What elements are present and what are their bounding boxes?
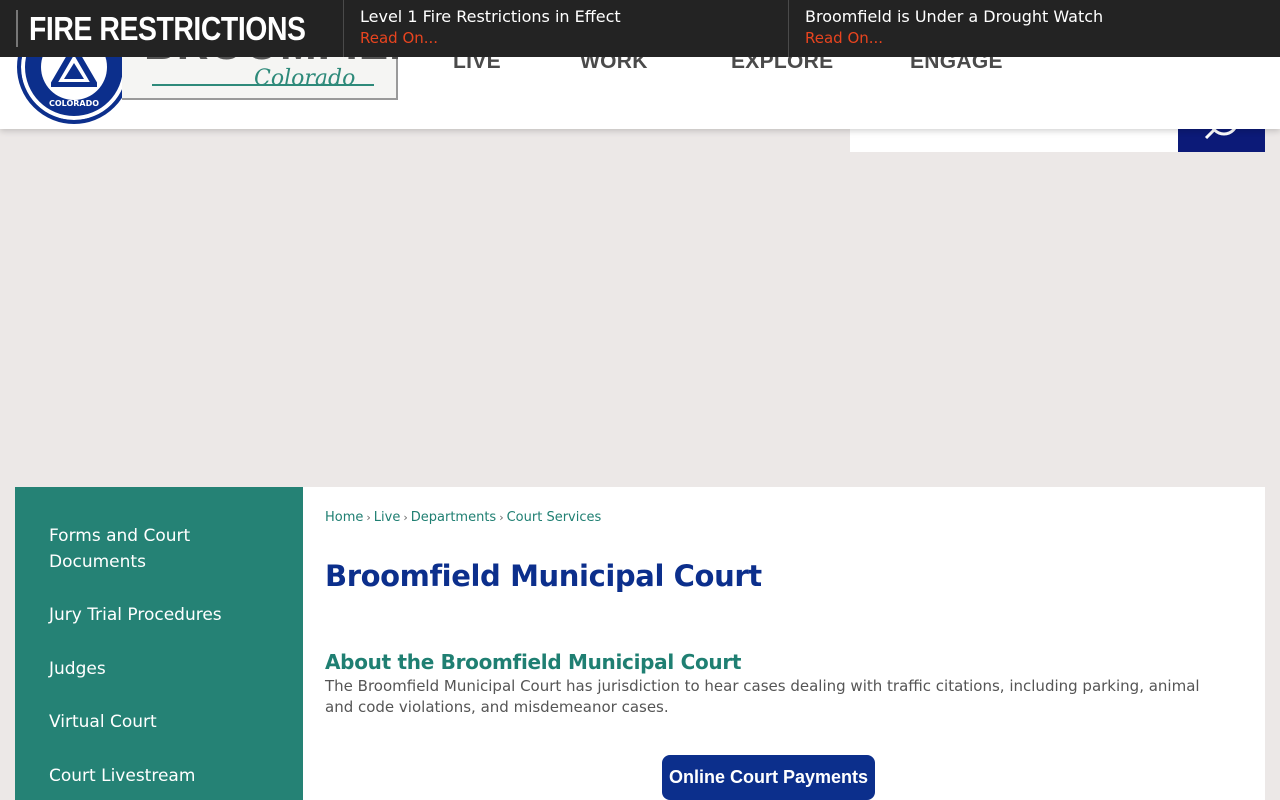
emergency-alert-bar: FIRE RESTRICTIONS Level 1 Fire Restricti… — [0, 0, 1280, 57]
alert-read-on-link[interactable]: Read On... — [360, 27, 772, 49]
seal-text: COLORADO — [48, 99, 100, 108]
alert-item-drought-watch: Broomfield is Under a Drought Watch Read… — [789, 0, 1280, 57]
sidebar-item-jury-trial[interactable]: Jury Trial Procedures — [15, 602, 303, 628]
sidebar-item-virtual-court[interactable]: Virtual Court — [15, 709, 303, 735]
sidebar-item-judges[interactable]: Judges — [15, 656, 303, 682]
main-content: Home › Live › Departments › Court Services Bro… — [325, 487, 1245, 800]
breadcrumb-court-services[interactable]: Court Services — [507, 510, 602, 525]
alert-banner: FIRE RESTRICTIONS — [0, 0, 344, 57]
breadcrumb-home[interactable]: Home — [325, 510, 363, 525]
alert-banner-title: FIRE RESTRICTIONS — [29, 9, 306, 47]
wordmark-script: Colorado — [254, 66, 356, 91]
page-title: Broomfield Municipal Court — [325, 559, 762, 593]
breadcrumb-separator-icon: › — [403, 511, 408, 524]
breadcrumb-separator-icon: › — [499, 511, 504, 524]
online-court-payments-button[interactable]: Online Court Payments — [662, 755, 875, 800]
alert-item-fire-restrictions: Level 1 Fire Restrictions in Effect Read… — [344, 0, 789, 57]
sidebar-nav: Forms and Court Documents Jury Trial Pro… — [15, 487, 303, 800]
alert-item-title: Broomfield is Under a Drought Watch — [805, 7, 1104, 26]
sidebar-item-court-livestream[interactable]: Court Livestream — [15, 763, 303, 789]
section-heading: About the Broomfield Municipal Court — [325, 650, 742, 674]
sidebar-item-forms[interactable]: Forms and Court Documents — [15, 523, 303, 575]
breadcrumb-departments[interactable]: Departments — [411, 510, 496, 525]
alert-item-title: Level 1 Fire Restrictions in Effect — [360, 7, 621, 26]
breadcrumb: Home › Live › Departments › Court Services — [325, 510, 601, 525]
breadcrumb-separator-icon: › — [366, 511, 371, 524]
breadcrumb-live[interactable]: Live — [374, 510, 401, 525]
section-body: The Broomfield Municipal Court has juris… — [325, 677, 1200, 716]
alert-read-on-link[interactable]: Read On... — [805, 27, 1264, 49]
